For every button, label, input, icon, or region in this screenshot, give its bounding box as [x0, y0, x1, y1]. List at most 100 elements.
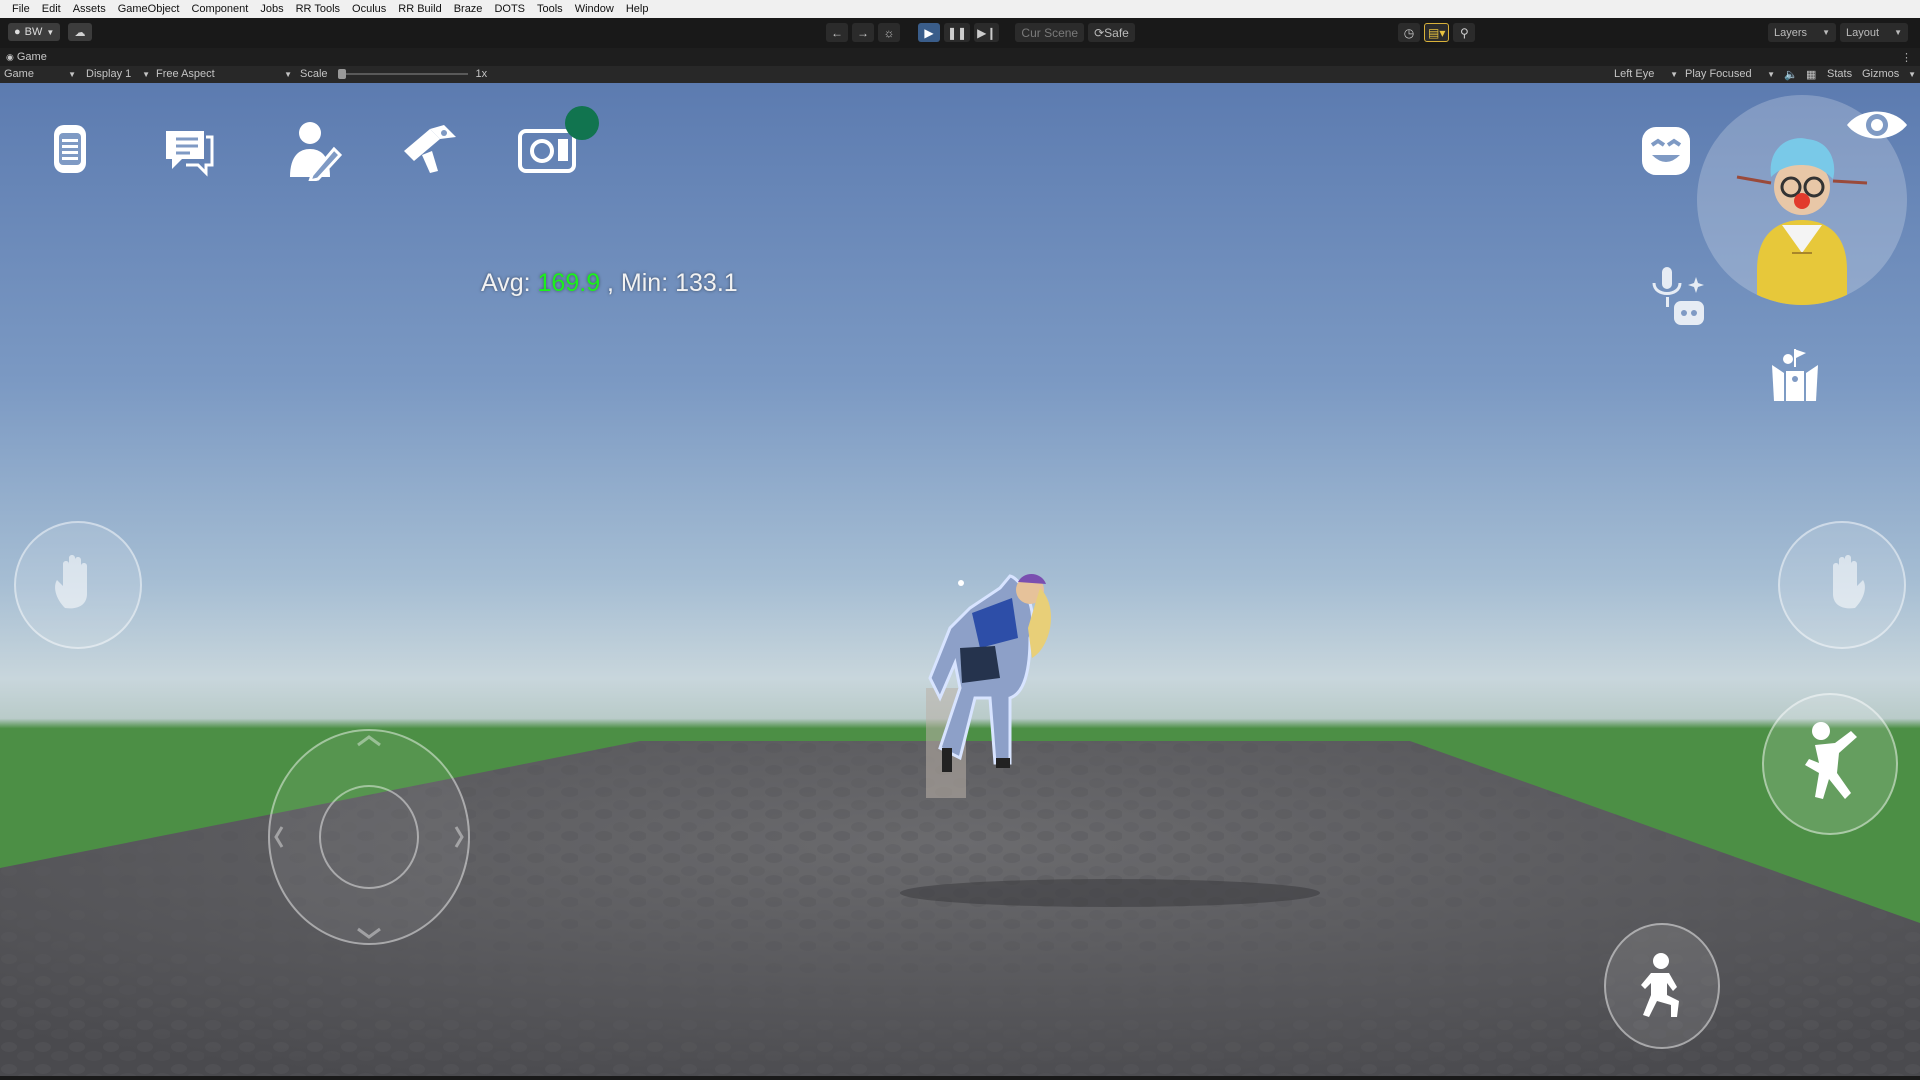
gizmos-label: Gizmos — [1862, 68, 1900, 80]
menu-gameobject[interactable]: GameObject — [112, 0, 186, 18]
history-icon: ◷ — [1403, 25, 1415, 40]
chevron-down-icon: ▼ — [284, 69, 292, 79]
kebab-menu-icon[interactable]: ⋮ — [1901, 51, 1912, 64]
menu-oculus[interactable]: Oculus — [346, 0, 392, 18]
game-mode-label: Game — [4, 68, 34, 80]
maker-pen-icon[interactable] — [400, 123, 458, 177]
stats-button[interactable]: Stats — [1827, 68, 1852, 80]
joystick-arrows — [274, 735, 464, 939]
game-mode-dropdown[interactable]: Game ▼ — [4, 68, 76, 80]
collab-icon: ▤▾ — [1428, 25, 1446, 40]
chevron-down-icon: ▼ — [1822, 28, 1830, 37]
crouch-button[interactable] — [1604, 923, 1720, 1049]
arrow-left-icon: ← — [831, 25, 843, 40]
step-button[interactable]: ▶❙ — [974, 23, 1000, 42]
chevron-down-icon: ▼ — [1894, 28, 1902, 37]
menu-window[interactable]: Window — [569, 0, 620, 18]
eye-dropdown[interactable]: Left Eye ▼ — [1614, 68, 1678, 80]
game-viewport[interactable]: Avg: 169.9 , Min: 133.1 — [0, 83, 1920, 1076]
menu-component[interactable]: Component — [185, 0, 254, 18]
game-tab-bar: ◉ Game ⋮ — [0, 48, 1920, 66]
play-focus-label: Play Focused — [1685, 68, 1752, 80]
account-label: BW — [24, 26, 43, 38]
play-focus-dropdown[interactable]: Play Focused ▼ — [1685, 68, 1775, 80]
scale-value: 1x — [475, 68, 488, 80]
cloud-button[interactable]: ☁ — [68, 23, 92, 41]
arrow-right-icon: → — [857, 25, 869, 40]
menu-file[interactable]: File — [6, 0, 36, 18]
forward-button[interactable]: → — [852, 23, 874, 42]
wave-hand-icon — [55, 555, 87, 609]
layers-label: Layers — [1774, 26, 1808, 39]
chevron-down-icon: ▼ — [1670, 69, 1678, 79]
menu-tools[interactable]: Tools — [531, 0, 569, 18]
collab-button[interactable]: ▤▾ — [1424, 23, 1450, 42]
watch-menu-icon[interactable] — [46, 121, 94, 177]
menu-edit[interactable]: Edit — [36, 0, 67, 18]
view-eye-icon[interactable] — [1845, 105, 1909, 145]
gizmos-dropdown[interactable]: Gizmos ▼ — [1862, 68, 1916, 80]
menu-braze[interactable]: Braze — [448, 0, 489, 18]
chevron-down-icon: ▼ — [142, 69, 150, 79]
menu-rr-tools[interactable]: RR Tools — [290, 0, 346, 18]
menu-rr-build[interactable]: RR Build — [392, 0, 447, 18]
speaker-icon: 🔈 — [1784, 69, 1798, 81]
mute-audio-button[interactable]: 🔈 — [1784, 68, 1798, 81]
scale-label: Scale — [300, 68, 328, 80]
jump-button[interactable] — [1762, 693, 1898, 835]
history-button[interactable]: ◷ — [1398, 23, 1420, 42]
jump-icon — [1805, 722, 1857, 799]
keyboard-button[interactable]: ▦ — [1806, 68, 1816, 81]
fps-avg-value: 169.9 — [537, 269, 601, 297]
profile-edit-icon[interactable] — [286, 119, 342, 181]
left-wave-button[interactable] — [14, 521, 142, 649]
aspect-dropdown[interactable]: Free Aspect ▼ — [156, 68, 292, 80]
menu-jobs[interactable]: Jobs — [254, 0, 289, 18]
scale-slider[interactable] — [337, 69, 468, 79]
layout-dropdown[interactable]: Layout ▼ — [1840, 23, 1908, 42]
wave-hand-icon — [1833, 555, 1865, 609]
display-label: Display 1 — [86, 68, 132, 80]
account-dropdown[interactable]: ● BW ▼ — [8, 23, 61, 41]
aspect-label: Free Aspect — [156, 68, 215, 80]
search-icon: ⚲ — [1459, 25, 1469, 40]
right-wave-button[interactable] — [1778, 521, 1906, 649]
step-icon: ▶❙ — [977, 25, 997, 40]
menu-assets[interactable]: Assets — [67, 0, 112, 18]
layers-dropdown[interactable]: Layers ▼ — [1768, 23, 1836, 42]
safe-label: Safe — [1104, 25, 1129, 40]
back-button[interactable]: ← — [826, 23, 848, 42]
play-button[interactable]: ▶ — [918, 23, 940, 42]
recording-indicator — [565, 106, 599, 140]
emote-face-icon[interactable] — [1640, 125, 1692, 177]
chat-icon[interactable] — [160, 123, 216, 179]
gamepad-icon: ◉ — [6, 51, 14, 62]
pause-button[interactable]: ❚❚ — [944, 23, 971, 42]
fps-readout: Avg: 169.9 , Min: 133.1 — [481, 269, 738, 298]
lightbulb-button[interactable]: ☼ — [878, 23, 900, 42]
fps-min-label: , Min: — [600, 269, 676, 297]
player-character — [926, 573, 1052, 798]
main-toolbar: ● BW ▼ ☁ ← → ☼ ▶ ❚❚ ▶❙ Cur Scene ⟳ Safe … — [0, 18, 1920, 48]
account-icon: ● — [14, 26, 21, 38]
keyboard-icon: ▦ — [1806, 69, 1817, 81]
chevron-down-icon: ▼ — [1908, 69, 1916, 79]
layers-layout: Layers ▼ Layout ▼ — [1768, 23, 1908, 42]
layout-label: Layout — [1846, 26, 1880, 39]
voice-bot-icon[interactable] — [1646, 263, 1708, 329]
menu-help[interactable]: Help — [620, 0, 655, 18]
photo-pose-icon[interactable] — [1770, 347, 1820, 403]
tab-game[interactable]: Game — [17, 51, 47, 63]
playmode-controls: ← → ☼ ▶ ❚❚ ▶❙ Cur Scene ⟳ Safe — [826, 23, 1135, 42]
scale-control: Scale 1x — [300, 68, 487, 80]
search-button[interactable]: ⚲ — [1453, 23, 1476, 42]
menu-dots[interactable]: DOTS — [488, 0, 531, 18]
game-view-controls: Game ▼ Display 1 ▼ Free Aspect ▼ Scale 1… — [0, 66, 1920, 83]
safe-button[interactable]: ⟳ Safe — [1088, 23, 1135, 42]
cloud-icon: ☁ — [74, 26, 86, 39]
display-dropdown[interactable]: Display 1 ▼ — [86, 68, 150, 80]
pause-icon: ❚❚ — [947, 25, 968, 40]
cur-scene-button[interactable]: Cur Scene — [1015, 23, 1085, 42]
scale-slider-handle[interactable] — [337, 69, 346, 79]
play-icon: ▶ — [924, 25, 934, 40]
